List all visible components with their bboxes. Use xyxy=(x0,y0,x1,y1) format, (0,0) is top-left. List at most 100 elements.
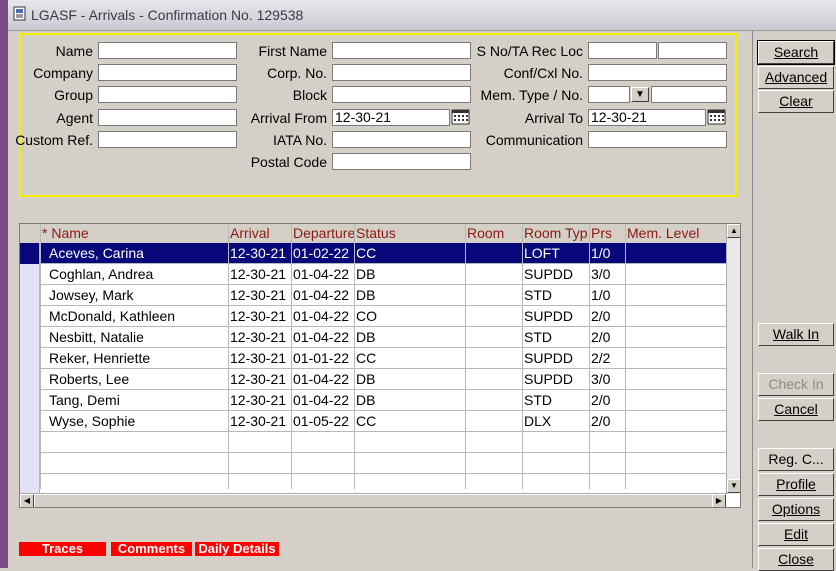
conf-cxl-no-label: Conf/Cxl No. xyxy=(503,65,583,81)
table-row[interactable]: Coghlan, Andrea 12-30-21 01-04-22 DB SUPDD 3/… xyxy=(20,264,726,285)
cell-status: DB xyxy=(356,329,376,345)
communication-field[interactable] xyxy=(588,131,727,148)
conf-cxl-no-field[interactable] xyxy=(588,64,727,81)
cell-status: CO xyxy=(356,308,377,324)
column-header-arrival[interactable]: Arrival xyxy=(230,225,290,241)
table-row[interactable]: Jowsey, Mark 12-30-21 01-04-22 DB STD 1/0 xyxy=(20,285,726,306)
postal-code-field[interactable] xyxy=(332,153,471,170)
arrival-from-field[interactable]: 12-30-21 xyxy=(332,109,450,126)
row-selector[interactable] xyxy=(20,390,40,411)
row-selector[interactable] xyxy=(20,264,40,285)
row-selector[interactable] xyxy=(20,369,40,390)
cell-room-type: SUPDD xyxy=(524,308,574,324)
arrival-to-field[interactable]: 12-30-21 xyxy=(588,109,706,126)
corp-no-field[interactable] xyxy=(332,64,471,81)
cell-departure: 01-04-22 xyxy=(293,308,350,324)
communication-label: Communication xyxy=(485,132,583,148)
row-selector[interactable] xyxy=(20,453,40,474)
cell-departure: 01-01-22 xyxy=(293,350,350,366)
scroll-down-icon[interactable]: ▼ xyxy=(727,479,740,493)
search-button[interactable]: Search xyxy=(757,40,835,65)
check-in-button[interactable]: Check In xyxy=(758,373,834,396)
row-selector[interactable] xyxy=(20,474,40,495)
cell-departure: 01-04-22 xyxy=(293,371,350,387)
arrival-to-calendar-icon[interactable] xyxy=(707,109,727,125)
cell-prs: 2/0 xyxy=(591,308,611,324)
first-name-field[interactable] xyxy=(332,42,471,59)
sno-field[interactable] xyxy=(588,42,657,59)
column-header-room[interactable]: Room xyxy=(467,225,522,241)
cell-name: Jowsey, Mark xyxy=(49,287,134,303)
title-bar: LGASF - Arrivals - Confirmation No. 1295… xyxy=(8,0,836,31)
profile-button[interactable]: Profile xyxy=(758,473,834,496)
vertical-scrollbar[interactable]: ▲ ▼ xyxy=(726,224,740,494)
company-field[interactable] xyxy=(98,64,237,81)
comments-indicator[interactable]: Comments xyxy=(111,542,192,556)
table-row[interactable] xyxy=(20,474,726,495)
horizontal-scrollbar[interactable]: ◀ ▶ xyxy=(20,493,726,507)
mem-type-dropdown-icon[interactable]: ▼ xyxy=(631,87,649,102)
row-selector[interactable] xyxy=(20,432,40,453)
row-selector[interactable] xyxy=(20,243,40,264)
cell-arrival: 12-30-21 xyxy=(230,266,287,282)
edit-button[interactable]: Edit xyxy=(758,523,834,546)
mem-type-field[interactable] xyxy=(588,86,630,103)
table-row[interactable]: Tang, Demi 12-30-21 01-04-22 DB STD 2/0 xyxy=(20,390,726,411)
options-button[interactable]: Options xyxy=(758,498,834,521)
cell-status: CC xyxy=(356,413,377,429)
column-header-departure[interactable]: Departure xyxy=(293,225,355,241)
scroll-left-icon[interactable]: ◀ xyxy=(20,494,34,507)
advanced-button[interactable]: Advanced xyxy=(758,66,834,89)
row-selector[interactable] xyxy=(20,285,40,306)
cell-name: McDonald, Kathleen xyxy=(49,308,176,324)
registration-card-button[interactable]: Reg. C... xyxy=(758,448,834,471)
column-header-name[interactable]: * Name xyxy=(42,225,227,241)
column-header-status[interactable]: Status xyxy=(356,225,464,241)
walk-in-button[interactable]: Walk In xyxy=(758,323,834,346)
cell-prs: 2/0 xyxy=(591,329,611,345)
table-row[interactable] xyxy=(20,453,726,474)
row-selector[interactable] xyxy=(20,348,40,369)
name-field[interactable] xyxy=(98,42,237,59)
table-row[interactable]: Roberts, Lee 12-30-21 01-04-22 DB SUPDD 3/0 xyxy=(20,369,726,390)
row-selector[interactable] xyxy=(20,327,40,348)
table-row[interactable]: McDonald, Kathleen 12-30-21 01-04-22 CO SUPD… xyxy=(20,306,726,327)
table-row[interactable] xyxy=(20,432,726,453)
agent-field[interactable] xyxy=(98,109,237,126)
table-row[interactable]: Reker, Henriette 12-30-21 01-01-22 CC SUPDD 2… xyxy=(20,348,726,369)
clear-button[interactable]: Clear xyxy=(758,90,834,113)
table-row[interactable]: Aceves, Carina 12-30-21 01-02-22 CC LOFT 1/0 xyxy=(20,243,726,264)
horizontal-scroll-thumb[interactable] xyxy=(34,494,714,507)
cancel-button[interactable]: Cancel xyxy=(758,398,834,421)
postal-code-label: Postal Code xyxy=(250,154,327,170)
cell-name: Roberts, Lee xyxy=(49,371,130,387)
daily-details-indicator[interactable]: Daily Details xyxy=(195,542,279,556)
name-label: Name xyxy=(55,43,93,59)
column-header-room-type[interactable]: Room Type xyxy=(524,225,588,241)
cell-prs: 2/2 xyxy=(591,350,611,366)
first-name-label: First Name xyxy=(258,43,327,59)
cell-departure: 01-02-22 xyxy=(293,245,350,261)
traces-indicator[interactable]: Traces xyxy=(19,542,106,556)
cell-room-type: LOFT xyxy=(524,245,560,261)
cell-arrival: 12-30-21 xyxy=(230,329,287,345)
row-selector[interactable] xyxy=(20,306,40,327)
custom-ref-field[interactable] xyxy=(98,131,237,148)
cell-prs: 1/0 xyxy=(591,245,611,261)
table-row[interactable]: Wyse, Sophie 12-30-21 01-05-22 CC DLX 2/0 xyxy=(20,411,726,432)
row-selector[interactable] xyxy=(20,411,40,432)
cell-departure: 01-04-22 xyxy=(293,287,350,303)
ta-rec-loc-field[interactable] xyxy=(658,42,727,59)
mem-no-field[interactable] xyxy=(651,86,727,103)
scroll-right-icon[interactable]: ▶ xyxy=(712,494,726,507)
column-header-mem-level[interactable]: Mem. Level xyxy=(627,225,725,241)
iata-no-field[interactable] xyxy=(332,131,471,148)
scroll-up-icon[interactable]: ▲ xyxy=(727,224,740,238)
column-header-prs[interactable]: Prs xyxy=(591,225,625,241)
table-row[interactable]: Nesbitt, Natalie 12-30-21 01-04-22 DB STD 2/0 xyxy=(20,327,726,348)
cell-name: Aceves, Carina xyxy=(49,245,144,261)
block-field[interactable] xyxy=(332,86,471,103)
group-field[interactable] xyxy=(98,86,237,103)
cell-status: DB xyxy=(356,371,376,387)
cell-prs: 3/0 xyxy=(591,266,611,282)
